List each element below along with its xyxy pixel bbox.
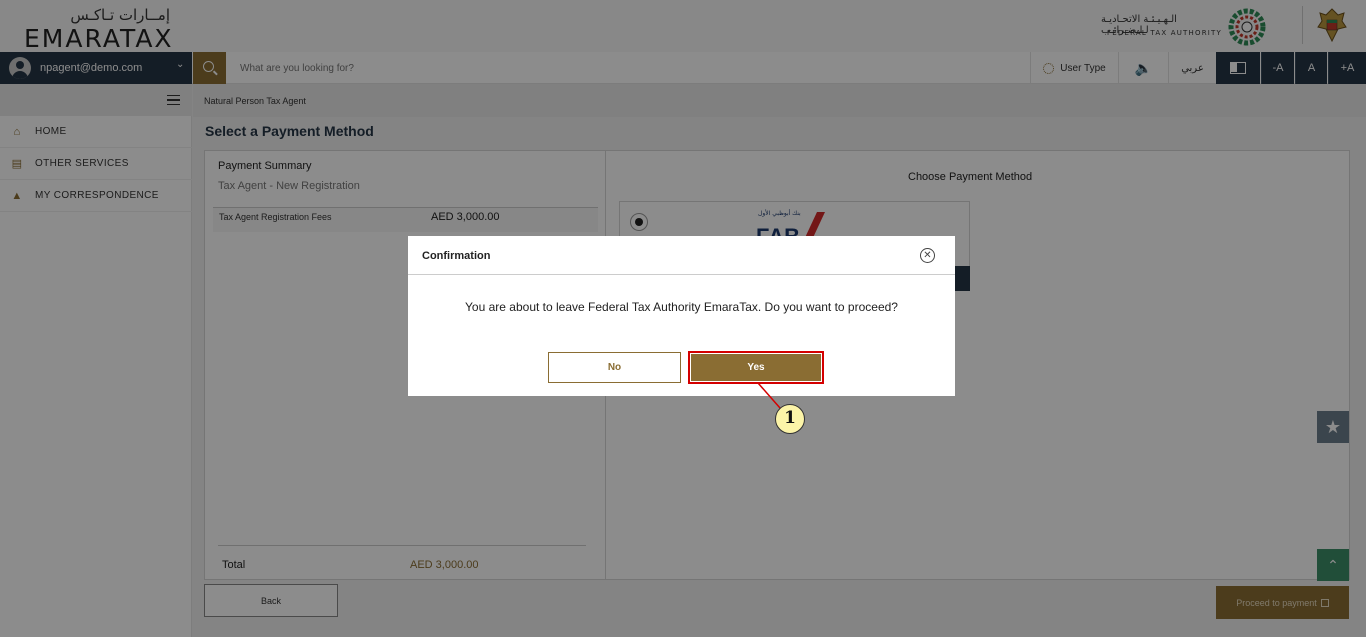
step-callout: 1	[775, 404, 805, 434]
callout-connector	[757, 382, 781, 409]
